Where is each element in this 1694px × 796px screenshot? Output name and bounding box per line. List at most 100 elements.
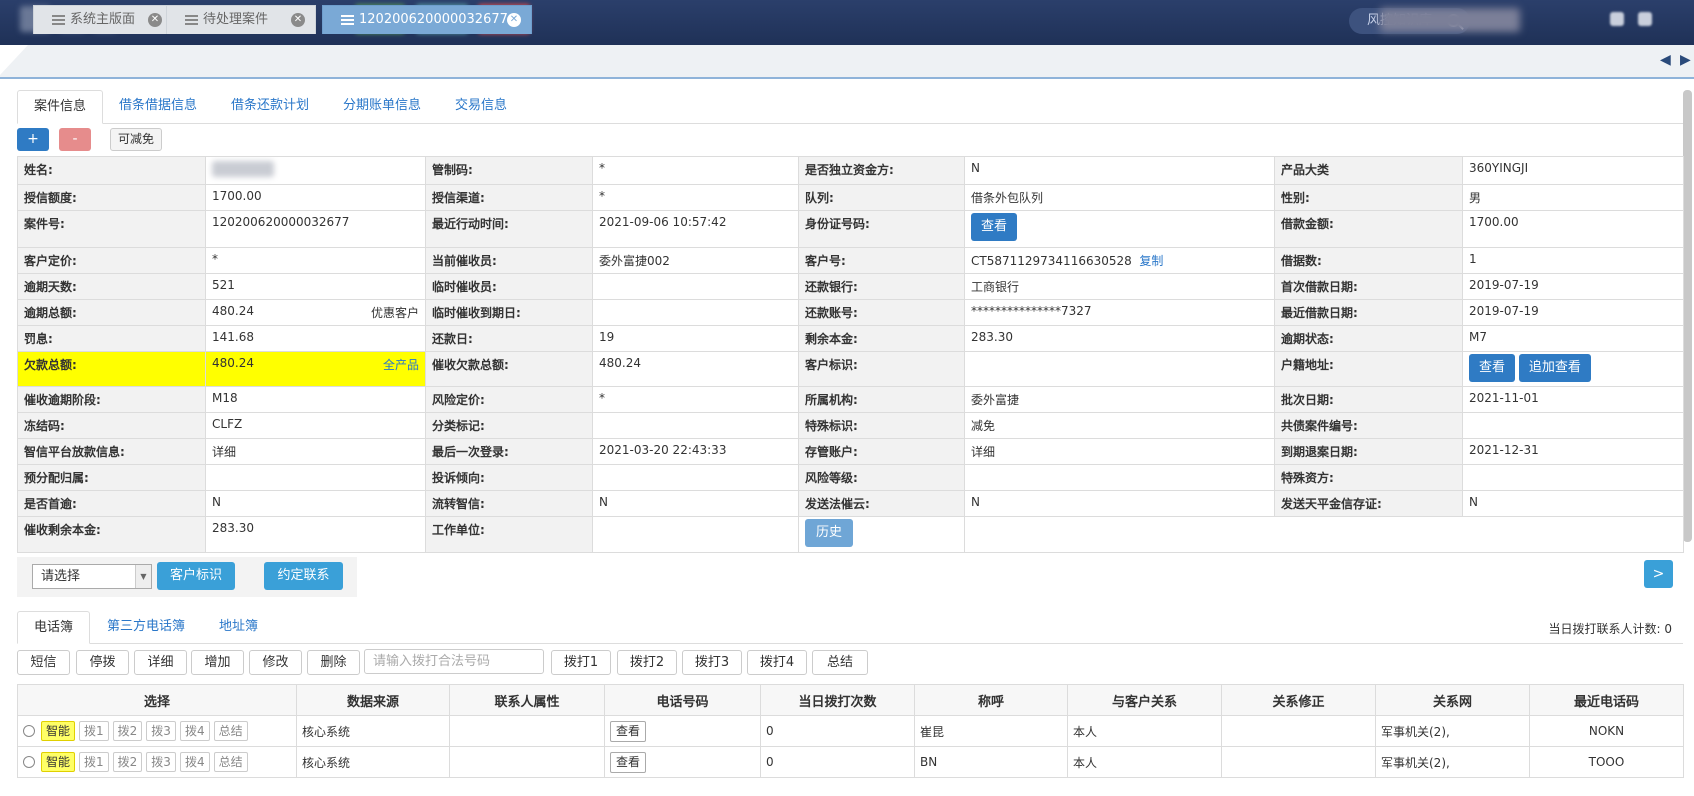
close-icon[interactable]: ✕ bbox=[148, 13, 162, 27]
dial1-button[interactable]: 拨打1 bbox=[551, 650, 611, 675]
network-cell: 军事机关(2), bbox=[1375, 715, 1530, 747]
smart-dial-button[interactable]: 智能 bbox=[41, 721, 76, 741]
logout-icon[interactable] bbox=[1638, 12, 1652, 26]
tab-loan-notes[interactable]: 借条借据信息 bbox=[103, 90, 213, 124]
dial3-button[interactable]: 拨打3 bbox=[682, 650, 742, 675]
summary-button[interactable]: 总结 bbox=[812, 650, 868, 675]
appoint-contact-button[interactable]: 约定联系 bbox=[264, 562, 343, 590]
mark-select[interactable]: 请选择 ▼ bbox=[32, 564, 152, 589]
row-actions: 智能 拨1 拨2 拨3 拨4 总结 bbox=[17, 746, 297, 778]
view-phone-button[interactable]: 查看 bbox=[610, 720, 647, 742]
stop-dial-button[interactable]: 停拨 bbox=[76, 650, 129, 675]
tab-case-info[interactable]: 案件信息 bbox=[17, 90, 104, 124]
tab-pending-cases[interactable]: 待处理案件 ✕ bbox=[166, 5, 316, 34]
col-header-network: 关系网 bbox=[1375, 684, 1530, 716]
select-value: 请选择 bbox=[41, 569, 81, 584]
settings-icon[interactable] bbox=[1610, 12, 1624, 26]
view-phone-button[interactable]: 查看 bbox=[610, 751, 647, 773]
collection-remaining-value: 283.30 bbox=[205, 516, 426, 553]
tab-case-detail[interactable]: 120200620000032677 ✕ bbox=[322, 5, 532, 34]
close-icon[interactable]: ✕ bbox=[507, 13, 521, 27]
history-button[interactable]: 历史 bbox=[805, 519, 854, 547]
scroll-left-icon[interactable]: ◀ bbox=[1660, 52, 1671, 68]
risk-level-value bbox=[964, 464, 1275, 491]
summary-small-button[interactable]: 总结 bbox=[213, 752, 248, 772]
source-cell: 核心系统 bbox=[296, 715, 450, 747]
phone-cell: 查看 bbox=[604, 746, 761, 778]
dial2-small-button[interactable]: 拨2 bbox=[112, 752, 143, 772]
loan-amount-label: 借款金额: bbox=[1274, 210, 1463, 248]
smart-dial-button[interactable]: 智能 bbox=[41, 752, 76, 772]
risk-price-label: 风险定价: bbox=[425, 386, 593, 413]
title-cell: 崔昆 bbox=[914, 715, 1068, 747]
summary-small-button[interactable]: 总结 bbox=[213, 721, 248, 741]
row-radio[interactable] bbox=[23, 725, 35, 737]
append-view-button[interactable]: 追加查看 bbox=[1518, 354, 1591, 382]
tab-transactions[interactable]: 交易信息 bbox=[439, 90, 523, 124]
dial1-small-button[interactable]: 拨1 bbox=[79, 752, 109, 772]
next-button[interactable]: > bbox=[1644, 560, 1673, 588]
scroll-right-icon[interactable]: ▶ bbox=[1680, 52, 1691, 68]
last-loan-date-label: 最近借款日期: bbox=[1274, 299, 1463, 326]
zhixin-detail-link[interactable]: 详细 bbox=[205, 438, 426, 465]
tab-repay-plan[interactable]: 借条还款计划 bbox=[215, 90, 325, 124]
delete-contact-button[interactable]: 删除 bbox=[307, 650, 360, 675]
all-products-link[interactable]: 全产品 bbox=[383, 356, 419, 373]
organization-label: 所属机构: bbox=[798, 386, 965, 413]
special-mark-link[interactable]: 减免 bbox=[964, 412, 1275, 439]
dial4-small-button[interactable]: 拨4 bbox=[179, 721, 210, 741]
scrollbar[interactable] bbox=[1683, 90, 1692, 542]
calls-cell: 0 bbox=[760, 715, 915, 747]
tpj-evidence-label: 发送天平金信存证: bbox=[1274, 490, 1463, 517]
dial3-small-button[interactable]: 拨3 bbox=[146, 752, 176, 772]
first-loan-date-value: 2019-07-19 bbox=[1462, 273, 1684, 300]
remove-button[interactable]: - bbox=[59, 128, 91, 151]
copy-link[interactable]: 复制 bbox=[1139, 254, 1163, 268]
tab-installment-bills[interactable]: 分期账单信息 bbox=[327, 90, 437, 124]
dial4-small-button[interactable]: 拨4 bbox=[179, 752, 210, 772]
dial2-small-button[interactable]: 拨2 bbox=[112, 721, 143, 741]
id-number-label: 身份证号码: bbox=[798, 210, 965, 248]
tab-phonebook[interactable]: 电话簿 bbox=[17, 611, 91, 644]
col-header-title: 称呼 bbox=[914, 684, 1068, 716]
close-icon[interactable]: ✕ bbox=[291, 13, 305, 27]
dial2-button[interactable]: 拨打2 bbox=[617, 650, 677, 675]
detail-button[interactable]: 详细 bbox=[134, 650, 187, 675]
case-subtabs: 案件信息 借条借据信息 借条还款计划 分期账单信息 交易信息 bbox=[17, 90, 1683, 124]
relation-cell: 本人 bbox=[1067, 746, 1222, 778]
repay-account-value: ***************7327 bbox=[964, 299, 1275, 326]
id-number-cell: 查看 bbox=[964, 210, 1275, 248]
user-avatar[interactable] bbox=[1380, 8, 1520, 32]
chevron-down-icon[interactable]: ▼ bbox=[135, 565, 151, 588]
add-contact-button[interactable]: 增加 bbox=[191, 650, 244, 675]
add-button[interactable]: + bbox=[17, 128, 49, 151]
tab-main-dashboard[interactable]: 系统主版面 ✕ bbox=[33, 5, 173, 34]
legal-cloud-value: N bbox=[964, 490, 1275, 517]
tab-third-party-phonebook[interactable]: 第三方电话簿 bbox=[91, 611, 201, 644]
collection-owed-value: 480.24 bbox=[592, 351, 799, 387]
dial3-small-button[interactable]: 拨3 bbox=[146, 721, 176, 741]
dial-number-input[interactable]: 请输入拨打合法号码 bbox=[364, 649, 544, 674]
daily-dial-count: 当日拨打联系人计数: 0 bbox=[1548, 622, 1673, 636]
temp-due-date-label: 临时催收到期日: bbox=[425, 299, 593, 326]
row-radio[interactable] bbox=[23, 756, 35, 768]
hukou-address-label: 户籍地址: bbox=[1274, 351, 1463, 387]
sms-button[interactable]: 短信 bbox=[17, 650, 70, 675]
overdue-total-cell: 480.24 优惠客户 bbox=[205, 299, 426, 326]
legal-cloud-label: 发送法催云: bbox=[798, 490, 965, 517]
gender-value: 男 bbox=[1462, 184, 1684, 211]
view-id-button[interactable]: 查看 bbox=[971, 213, 1018, 241]
dial1-small-button[interactable]: 拨1 bbox=[79, 721, 109, 741]
dial4-button[interactable]: 拨打4 bbox=[747, 650, 807, 675]
edit-contact-button[interactable]: 修改 bbox=[249, 650, 302, 675]
case-number-label: 案件号: bbox=[17, 210, 206, 248]
tab-address-book[interactable]: 地址簿 bbox=[203, 611, 274, 644]
relief-button[interactable]: 可减免 bbox=[110, 128, 162, 151]
customer-mark-button[interactable]: 客户标识 bbox=[157, 562, 235, 590]
col-header-contact-attr: 联系人属性 bbox=[449, 684, 605, 716]
view-address-button[interactable]: 查看 bbox=[1469, 354, 1516, 382]
overdue-total-value: 480.24 bbox=[212, 304, 254, 318]
remaining-principal-value: 283.30 bbox=[964, 325, 1275, 352]
deposit-detail-link[interactable]: 详细 bbox=[964, 438, 1275, 465]
credit-limit-link[interactable]: 1700.00 bbox=[205, 184, 426, 211]
